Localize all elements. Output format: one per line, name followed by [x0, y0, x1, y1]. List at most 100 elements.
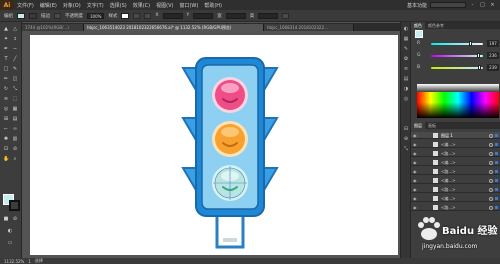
slider-b[interactable]: B 239: [417, 64, 499, 72]
stroke-color-swatch[interactable]: [9, 200, 20, 211]
visibility-eye-icon[interactable]: ◉: [413, 178, 418, 183]
layer-row[interactable]: ◉ <路...>: [411, 150, 500, 157]
slider-g[interactable]: G 236: [417, 52, 499, 60]
layer-row[interactable]: ◉ <编...>: [411, 141, 500, 148]
x-field[interactable]: [162, 12, 183, 19]
layer-name[interactable]: <编...>: [441, 195, 456, 202]
layer-row[interactable]: ◉ <路...>: [411, 186, 500, 193]
visibility-eye-icon[interactable]: ◉: [413, 151, 418, 156]
visibility-eye-icon[interactable]: ◉: [413, 133, 418, 138]
menu-select[interactable]: 选择(S): [107, 2, 130, 9]
transform-panel-icon[interactable]: ⤡: [403, 146, 409, 152]
doc-tab-3[interactable]: hbjsc_1068314 2018102322...: [264, 24, 354, 31]
zoom-level[interactable]: 1132.52%: [4, 259, 24, 264]
width-tool-icon[interactable]: ≋: [3, 96, 9, 102]
menu-help[interactable]: 帮助(H): [201, 2, 225, 9]
maximize-button[interactable]: □: [479, 2, 486, 8]
more-options-button[interactable]: [282, 12, 290, 19]
direct-selection-tool-icon[interactable]: △: [12, 26, 18, 32]
zoom-tool-icon[interactable]: ⌕: [12, 156, 18, 162]
slider-g-track[interactable]: [431, 55, 483, 57]
layer-target-icon[interactable]: [489, 179, 493, 183]
layer-row[interactable]: ◉ <编...>: [411, 159, 500, 166]
layer-target-icon[interactable]: [489, 161, 493, 165]
menu-view[interactable]: 视图(V): [153, 2, 176, 9]
tab-color-guide[interactable]: 颜色参考: [425, 22, 447, 29]
pen-tool-icon[interactable]: ✒: [3, 46, 9, 52]
rectangle-tool-icon[interactable]: □: [3, 66, 9, 72]
close-button[interactable]: ×: [489, 2, 496, 8]
layer-name[interactable]: 图层 1: [441, 132, 453, 139]
slider-r-knob[interactable]: [469, 41, 473, 46]
gradient-panel-icon[interactable]: ▤: [403, 76, 409, 82]
rotate-tool-icon[interactable]: ↻: [3, 86, 9, 92]
layer-name[interactable]: <路...>: [441, 168, 456, 175]
layer-name[interactable]: <路...>: [441, 186, 456, 193]
type-tool-icon[interactable]: T: [3, 56, 9, 62]
fill-color-dropdown[interactable]: [17, 12, 25, 19]
opacity-label[interactable]: 不透明度: [65, 13, 83, 19]
symbols-panel-icon[interactable]: ✿: [403, 56, 409, 62]
layer-row[interactable]: ◉ 图层 1: [411, 132, 500, 139]
artboard-number[interactable]: 1: [28, 259, 31, 264]
layer-row[interactable]: ◉ <编...>: [411, 177, 500, 184]
symbol-sprayer-tool-icon[interactable]: ✺: [3, 136, 9, 142]
layer-target-icon[interactable]: [489, 143, 493, 147]
doc-tab-1[interactable]: 1744 @102%(RGB/...): [22, 24, 84, 31]
slider-b-track[interactable]: [431, 67, 483, 69]
menu-file[interactable]: 文件(F): [14, 2, 37, 9]
style-label[interactable]: 样式: [108, 13, 117, 19]
color-panel-icon[interactable]: ◐: [403, 26, 409, 32]
y-field[interactable]: [193, 12, 214, 19]
tab-color[interactable]: 颜色: [411, 22, 425, 29]
none-mode-icon[interactable]: ⊘: [12, 216, 18, 222]
layer-target-icon[interactable]: [489, 170, 493, 174]
slider-g-value[interactable]: 236: [487, 52, 499, 59]
blend-tool-icon[interactable]: ∞: [12, 126, 18, 132]
appearance-panel-icon[interactable]: ◎: [403, 96, 409, 102]
brushes-panel-icon[interactable]: ✎: [403, 46, 409, 52]
line-tool-icon[interactable]: ╱: [12, 56, 18, 62]
layer-row[interactable]: ◉ <编...>: [411, 195, 500, 202]
column-graph-tool-icon[interactable]: ▥: [12, 136, 18, 142]
slice-tool-icon[interactable]: ⊘: [12, 146, 18, 152]
width-field[interactable]: [225, 12, 246, 19]
align-panel-icon[interactable]: ⊟: [403, 126, 409, 132]
swatches-panel-icon[interactable]: ▦: [403, 36, 409, 42]
tab-layers[interactable]: 图层: [411, 122, 425, 129]
perspective-grid-tool-icon[interactable]: ▦: [12, 106, 18, 112]
artboard-tool-icon[interactable]: ⊡: [3, 146, 9, 152]
opacity-field[interactable]: 100%: [87, 12, 105, 19]
hand-tool-icon[interactable]: ✋: [3, 156, 9, 162]
visibility-eye-icon[interactable]: ◉: [413, 187, 418, 192]
color-preview-swatch[interactable]: [415, 30, 423, 38]
slider-r[interactable]: R 197: [417, 40, 499, 48]
slider-b-value[interactable]: 239: [487, 64, 499, 71]
magic-wand-tool-icon[interactable]: ✦: [3, 36, 9, 42]
visibility-eye-icon[interactable]: ◉: [413, 160, 418, 165]
slider-r-track[interactable]: [431, 43, 483, 45]
free-transform-tool-icon[interactable]: ⬚: [12, 96, 18, 102]
visibility-eye-icon[interactable]: ◉: [413, 142, 418, 147]
canvas-area[interactable]: [22, 31, 400, 257]
workspace-switcher[interactable]: 基本功能: [407, 2, 427, 9]
visibility-eye-icon[interactable]: ◉: [413, 196, 418, 201]
eyedropper-tool-icon[interactable]: ⌐: [3, 126, 9, 132]
transform-button[interactable]: [144, 12, 152, 19]
layer-name[interactable]: <编...>: [441, 177, 456, 184]
help-search-input[interactable]: [430, 2, 466, 8]
traffic-light-artwork[interactable]: [30, 35, 398, 255]
layer-target-icon[interactable]: [489, 152, 493, 156]
eraser-tool-icon[interactable]: ◫: [12, 76, 18, 82]
shape-builder-tool-icon[interactable]: ◎: [3, 106, 9, 112]
transparency-panel-icon[interactable]: ◑: [403, 86, 409, 92]
tab-artboards[interactable]: 画板: [425, 122, 439, 129]
screen-mode-icon[interactable]: ▭: [7, 240, 13, 246]
layer-name[interactable]: <编...>: [441, 141, 456, 148]
selection-tool-icon[interactable]: ▲: [3, 26, 9, 32]
artboard[interactable]: [30, 35, 398, 255]
layer-target-icon[interactable]: [489, 188, 493, 192]
color-mode-icon[interactable]: ■: [3, 216, 9, 222]
align-button[interactable]: [133, 12, 141, 19]
menu-effect[interactable]: 效果(C): [130, 2, 153, 9]
